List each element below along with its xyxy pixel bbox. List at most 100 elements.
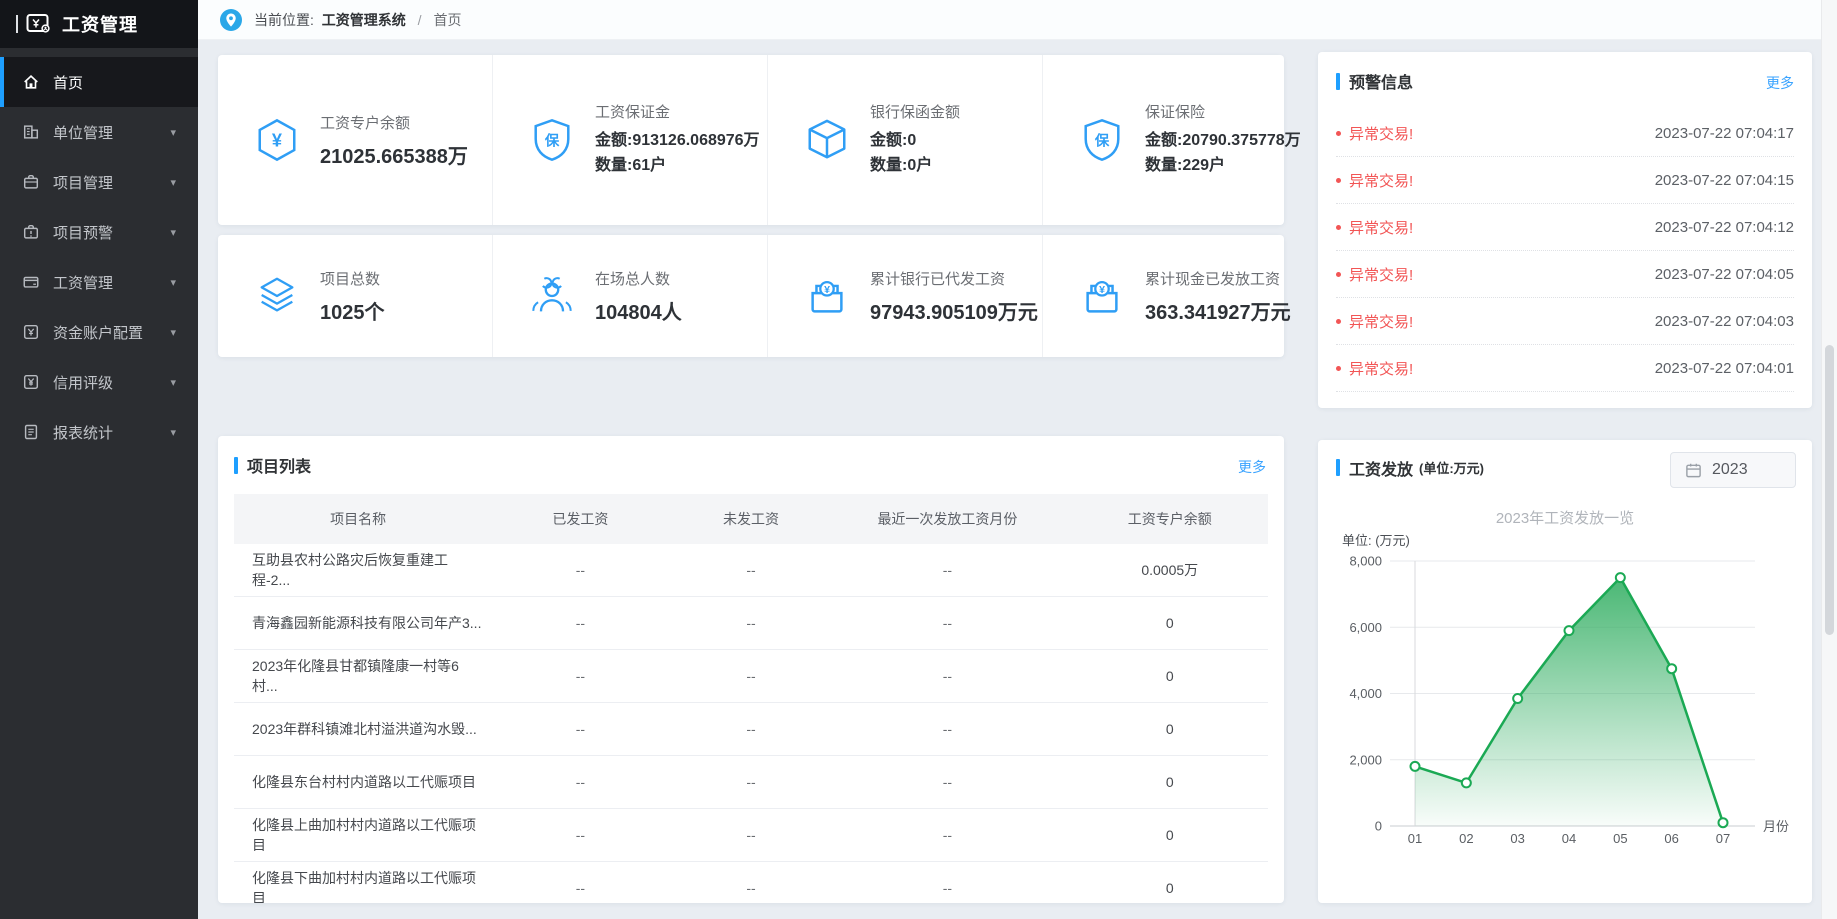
stat-value: 21025.665388万 — [320, 140, 492, 169]
shield-bao-icon: 保 — [1079, 117, 1125, 163]
account-balance: 0.0005万 — [1072, 560, 1268, 580]
table-row[interactable]: 2023年化隆县甘都镇隆康一村等6村...------0 — [234, 650, 1268, 703]
table-row[interactable]: 化隆县东台村村内道路以工代赈项目------0 — [234, 756, 1268, 809]
column-header: 最近一次发放工资月份 — [823, 509, 1071, 529]
breadcrumb-separator: / — [418, 12, 422, 28]
stat-line: 金额:913126.068976万 — [595, 129, 767, 154]
report-icon — [22, 423, 40, 441]
sidebar: 工资管理 首页单位管理▾项目管理▾项目预警▾工资管理▾资金账户配置▾信用评级▾报… — [0, 0, 198, 919]
svg-text:2,000: 2,000 — [1349, 752, 1382, 767]
sidebar-item-project-warning[interactable]: 项目预警▾ — [0, 207, 198, 257]
warnings-more-link[interactable]: 更多 — [1766, 73, 1794, 93]
chart-subtitle: 2023年工资发放一览 — [1496, 510, 1634, 527]
last-pay-month: -- — [823, 668, 1071, 684]
sidebar-item-label: 项目管理 — [53, 172, 113, 193]
project-name: 2023年化隆县甘都镇隆康一村等6村... — [234, 656, 482, 696]
svg-text:02: 02 — [1459, 831, 1473, 846]
stat-card-bank-paid-total: ¥累计银行已代发工资97943.905109万元 — [768, 235, 1043, 357]
account-balance: 0 — [1072, 827, 1268, 843]
stat-card-guarantee-insurance: 保保证保险金额:20790.375778万数量:229户 — [1043, 55, 1317, 225]
column-header: 工资专户余额 — [1072, 509, 1268, 529]
sidebar-item-credit-rating[interactable]: 信用评级▾ — [0, 357, 198, 407]
warning-item[interactable]: 异常交易!2023-07-22 07:04:15 — [1336, 157, 1794, 204]
sidebar-item-fund-account-config[interactable]: 资金账户配置▾ — [0, 307, 198, 357]
stat-card-onsite-people-total: 在场总人数 104804人 — [493, 235, 768, 357]
unpaid-salary: -- — [679, 827, 824, 843]
last-pay-month: -- — [823, 827, 1071, 843]
chevron-down-icon: ▾ — [170, 276, 176, 289]
projects-more-link[interactable]: 更多 — [1238, 457, 1266, 477]
location-pin-icon — [220, 9, 242, 31]
table-row[interactable]: 化隆县上曲加村村内道路以工代赈项目------0 — [234, 809, 1268, 862]
last-pay-month: -- — [823, 562, 1071, 578]
stat-label: 在场总人数 — [595, 268, 767, 289]
svg-text:03: 03 — [1510, 831, 1524, 846]
account-balance: 0 — [1072, 668, 1268, 684]
project-list-panel: 项目列表 更多 项目名称已发工资未发工资最近一次发放工资月份工资专户余额 互助县… — [218, 436, 1284, 903]
year-select[interactable]: 2023 — [1670, 452, 1796, 488]
card-icon — [22, 273, 40, 291]
warning-item[interactable]: 异常交易!2023-07-22 07:04:01 — [1336, 345, 1794, 392]
stat-label: 项目总数 — [320, 268, 492, 289]
warning-label: 异常交易! — [1349, 405, 1413, 409]
stat-value: 1025个 — [320, 296, 492, 325]
unpaid-salary: -- — [679, 721, 824, 737]
page-scrollbar[interactable] — [1821, 0, 1837, 919]
cube-icon — [804, 117, 850, 163]
paid-salary: -- — [482, 880, 678, 896]
breadcrumb-system[interactable]: 工资管理系统 — [322, 12, 406, 28]
last-pay-month: -- — [823, 774, 1071, 790]
sidebar-item-home[interactable]: 首页 — [0, 57, 198, 107]
warning-item[interactable]: 异常交易!2023-07-22 07:04:03 — [1336, 298, 1794, 345]
svg-text:07: 07 — [1716, 831, 1730, 846]
warning-dot-icon — [1336, 272, 1341, 277]
table-row[interactable]: 青海鑫园新能源科技有限公司年产3...------0 — [234, 597, 1268, 650]
unpaid-salary: -- — [679, 615, 824, 631]
chevron-down-icon: ▾ — [170, 176, 176, 189]
last-pay-month: -- — [823, 880, 1071, 896]
table-row[interactable]: 互助县农村公路灾后恢复重建工程-2...------0.0005万 — [234, 544, 1268, 597]
sidebar-item-label: 工资管理 — [53, 272, 113, 293]
breadcrumb-prefix: 当前位置: — [254, 12, 314, 28]
paid-salary: -- — [482, 562, 678, 578]
warning-item[interactable]: 异常交易!2023-07-22 07:04:05 — [1336, 251, 1794, 298]
sidebar-item-salary-mgmt[interactable]: 工资管理 ▾ — [0, 257, 198, 307]
project-icon — [22, 173, 40, 191]
warning-time: 2023-07-22 07:04:15 — [1655, 172, 1794, 189]
breadcrumb-current[interactable]: 首页 — [433, 12, 461, 28]
warning-dot-icon — [1336, 131, 1341, 136]
warning-item[interactable]: 异常交易!2023-07-22 07:03:50 — [1336, 392, 1794, 408]
paid-salary: -- — [482, 721, 678, 737]
title-accent-bar — [1336, 73, 1340, 90]
sidebar-item-report-stats[interactable]: 报表统计▾ — [0, 407, 198, 457]
project-name: 互助县农村公路灾后恢复重建工程-2... — [234, 550, 482, 590]
warning-dot-icon — [1336, 225, 1341, 230]
sidebar-item-project-mgmt[interactable]: 项目管理 ▾ — [0, 157, 198, 207]
table-row[interactable]: 2023年群科镇滩北村溢洪道沟水毁...------0 — [234, 703, 1268, 756]
fund-icon — [22, 323, 40, 341]
warning-time: 2023-07-22 07:04:12 — [1655, 219, 1794, 236]
title-accent-bar — [234, 457, 238, 474]
sidebar-item-unit-mgmt[interactable]: 单位管理▾ — [0, 107, 198, 157]
stat-value: 104804人 — [595, 296, 767, 325]
sidebar-item-label: 报表统计 — [53, 422, 113, 443]
stat-line: 数量:0户 — [870, 154, 1042, 179]
data-point — [1513, 694, 1522, 703]
data-point — [1462, 778, 1471, 787]
last-pay-month: -- — [823, 615, 1071, 631]
sidebar-item-label: 资金账户配置 — [53, 322, 143, 343]
table-row[interactable]: 化隆县下曲加村村内道路以工代赈项目------0 — [234, 862, 1268, 903]
scrollbar-thumb[interactable] — [1825, 345, 1834, 635]
warning-item[interactable]: 异常交易!2023-07-22 07:04:17 — [1336, 110, 1794, 157]
salary-box-icon: ¥ — [804, 273, 850, 319]
svg-text:¥: ¥ — [272, 131, 283, 151]
project-list-title: 项目列表 — [234, 436, 1268, 494]
yen-hexagon-icon: ¥ — [254, 117, 300, 163]
stat-line: 数量:229户 — [1145, 154, 1317, 179]
chevron-down-icon: ▾ — [170, 226, 176, 239]
warning-item[interactable]: 异常交易!2023-07-22 07:04:12 — [1336, 204, 1794, 251]
sidebar-item-label: 首页 — [53, 72, 83, 93]
data-point — [1565, 626, 1574, 635]
chart-unit-label: 单位: (万元) — [1342, 533, 1410, 548]
stat-label: 银行保函金额 — [870, 101, 1042, 122]
